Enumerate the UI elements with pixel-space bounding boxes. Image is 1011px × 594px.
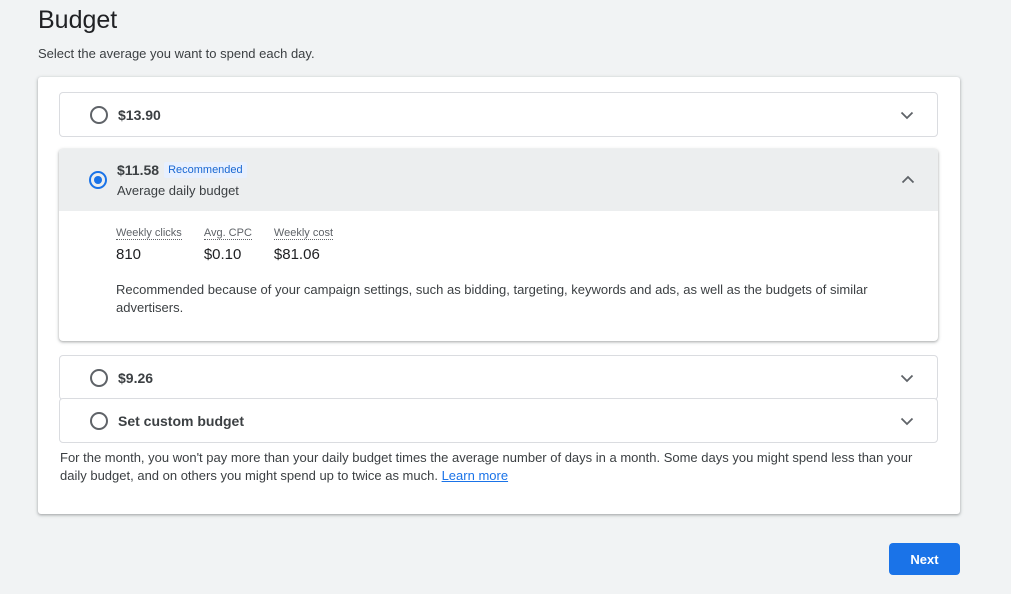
next-button[interactable]: Next — [889, 543, 960, 575]
radio-button-selected[interactable] — [89, 171, 107, 189]
budget-option-2[interactable]: $11.58 Recommended Average daily budget … — [59, 149, 938, 341]
metric-value: $81.06 — [273, 246, 320, 263]
metric-value: $0.10 — [203, 246, 242, 263]
metrics-row: Weekly clicks 810 Avg. CPC $0.10 Weekly … — [116, 223, 908, 263]
chevron-down-icon[interactable] — [899, 107, 915, 123]
chevron-down-icon[interactable] — [899, 413, 915, 429]
radio-button[interactable] — [90, 411, 108, 430]
radio-button[interactable] — [90, 105, 108, 124]
budget-option-label: $11.58 — [117, 162, 160, 178]
page-subtitle: Select the average you want to spend eac… — [38, 46, 315, 61]
chevron-down-icon[interactable] — [899, 370, 915, 386]
average-daily-budget-label: Average daily budget — [117, 183, 239, 198]
budget-option-label: $13.90 — [118, 106, 161, 123]
budget-option-3[interactable]: $9.26 — [59, 355, 938, 400]
budget-option-2-labels: $11.58 Recommended Average daily budget — [117, 162, 247, 198]
budget-option-label: $9.26 — [118, 369, 154, 386]
budget-option-custom-header[interactable]: Set custom budget — [60, 399, 937, 442]
monthly-spend-footnote: For the month, you won't pay more than y… — [60, 449, 940, 485]
metric-weekly-clicks: Weekly clicks 810 — [116, 223, 182, 263]
recommendation-reason: Recommended because of your campaign set… — [116, 282, 868, 315]
budget-option-3-header[interactable]: $9.26 — [60, 356, 937, 399]
metric-avg-cpc: Avg. CPC $0.10 — [203, 223, 252, 263]
metric-label[interactable]: Weekly clicks — [116, 227, 182, 240]
budget-option-custom[interactable]: Set custom budget — [59, 398, 938, 443]
chevron-up-icon[interactable] — [900, 172, 916, 188]
metric-label[interactable]: Weekly cost — [273, 227, 333, 240]
budget-option-2-header[interactable]: $11.58 Recommended Average daily budget — [59, 149, 938, 211]
recommended-badge: Recommended — [164, 162, 247, 178]
budget-option-1-header[interactable]: $13.90 — [60, 93, 937, 136]
budget-option-2-details: Weekly clicks 810 Avg. CPC $0.10 Weekly … — [59, 211, 938, 317]
budget-option-label: Set custom budget — [118, 412, 245, 429]
metric-value: 810 — [116, 246, 142, 263]
page-title: Budget — [38, 6, 118, 34]
radio-button[interactable] — [90, 368, 108, 387]
budget-option-1[interactable]: $13.90 — [59, 92, 938, 137]
budget-card: $13.90 $11.58 Recommended Average daily … — [38, 77, 960, 514]
metric-weekly-cost: Weekly cost $81.06 — [273, 223, 333, 263]
learn-more-link[interactable]: Learn more — [442, 468, 508, 483]
metric-label[interactable]: Avg. CPC — [203, 227, 252, 240]
